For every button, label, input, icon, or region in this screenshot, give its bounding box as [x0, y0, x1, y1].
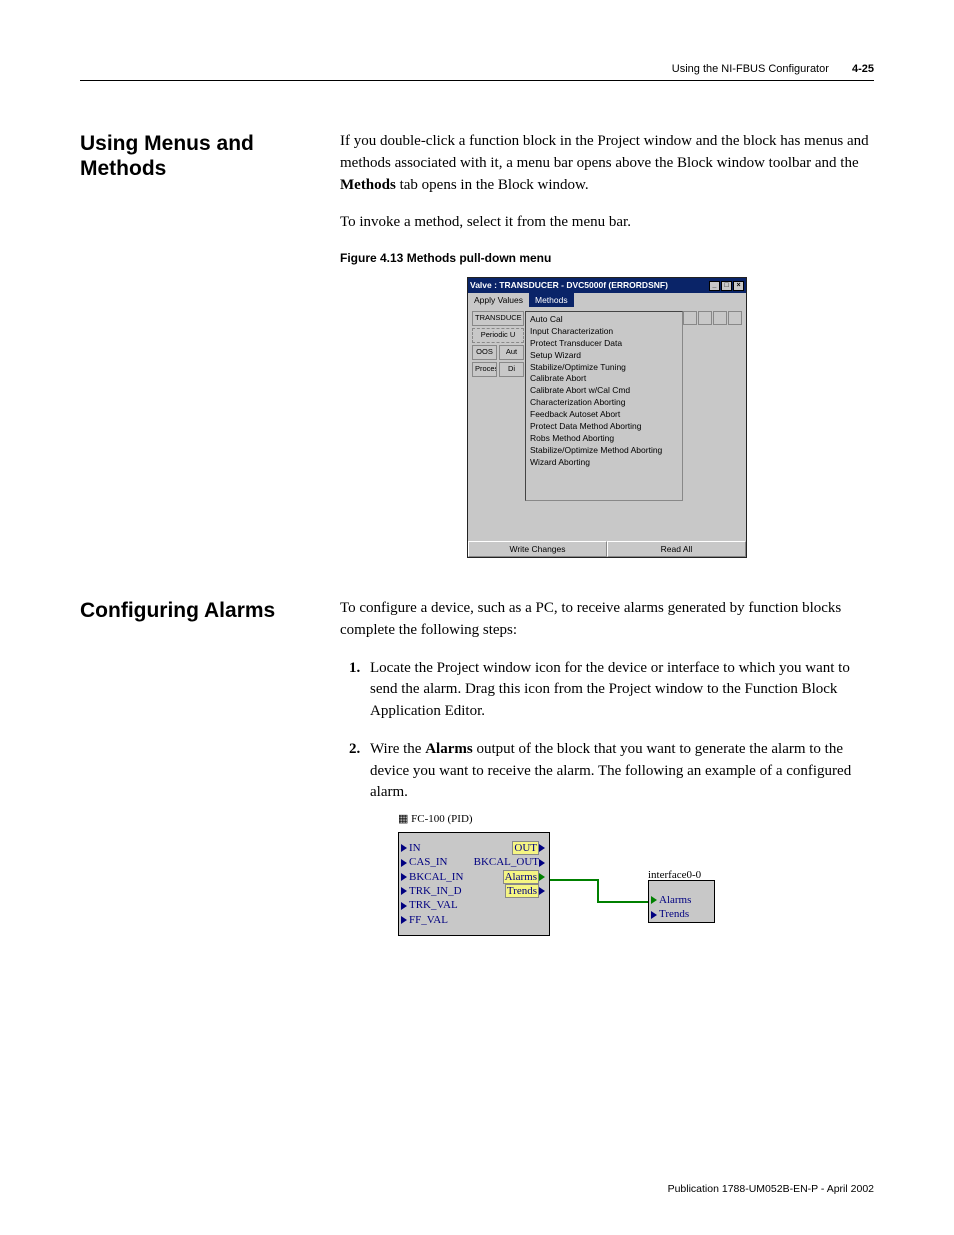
para-text: tab opens in the Block window.	[396, 177, 589, 193]
port-trk-in-d: TRK_IN_D	[409, 885, 462, 897]
method-item[interactable]: Characterization Aborting	[526, 397, 682, 409]
dialog-left-panel: TRANSDUCE Periodic U OOS Aut Process Di	[472, 311, 524, 501]
publication-footer: Publication 1788-UM052B-EN-P - April 200…	[668, 1183, 874, 1195]
step-text: Wire the	[370, 741, 425, 757]
heading-menus-methods: Using Menus and Methods	[80, 131, 340, 568]
fb-block: IN OUT CAS_IN BKCAL_OUT BKCAL_IN Alarms TRK…	[398, 832, 550, 936]
port-trends: Trends	[505, 884, 539, 898]
port-bkcal-out: BKCAL_OUT	[474, 856, 539, 868]
fb-title: ▦ FC-100 (PID)	[398, 813, 473, 825]
step-2: Wire the Alarms output of the block that…	[364, 739, 874, 962]
tab-aut[interactable]: Aut	[499, 345, 524, 360]
menu-methods[interactable]: Methods	[529, 293, 574, 307]
port-trk-val: TRK_VAL	[409, 899, 458, 911]
tab-di[interactable]: Di	[499, 362, 524, 377]
dialog-toolbar-icons	[683, 311, 742, 325]
step-1: Locate the Project window icon for the d…	[364, 658, 874, 723]
port-alarms: Alarms	[503, 870, 539, 884]
method-item[interactable]: Calibrate Abort w/Cal Cmd	[526, 385, 682, 397]
header-rule: Using the NI-FBUS Configurator 4-25	[80, 80, 874, 81]
method-item[interactable]: Calibrate Abort	[526, 373, 682, 385]
heading-configuring-alarms: Configuring Alarms	[80, 598, 340, 978]
menu-apply-values[interactable]: Apply Values	[468, 293, 529, 307]
close-icon[interactable]: ×	[733, 281, 744, 291]
if-port-trends: Trends	[659, 908, 689, 920]
methods-dialog: Valve : TRANSDUCER - DVC5000f (ERRORDSNF…	[467, 277, 747, 558]
write-changes-button[interactable]: Write Changes	[468, 541, 607, 557]
para-menus-1: If you double-click a function block in …	[340, 131, 874, 196]
read-all-button[interactable]: Read All	[607, 541, 746, 557]
dialog-titlebar: Valve : TRANSDUCER - DVC5000f (ERRORDSNF…	[468, 278, 746, 292]
method-item[interactable]: Stabilize/Optimize Method Aborting	[526, 445, 682, 457]
method-item[interactable]: Setup Wizard	[526, 350, 682, 362]
running-head: Using the NI-FBUS Configurator 4-25	[672, 63, 874, 75]
interface-block: Alarms Trends	[648, 880, 715, 923]
dialog-title: Valve : TRANSDUCER - DVC5000f (ERRORDSNF…	[470, 279, 668, 291]
toolbar-icon[interactable]	[698, 311, 712, 325]
method-item[interactable]: Protect Data Method Aborting	[526, 421, 682, 433]
methods-dropdown[interactable]: Auto Cal Input Characterization Protect …	[525, 311, 683, 501]
method-item[interactable]: Auto Cal	[526, 314, 682, 326]
method-item[interactable]: Stabilize/Optimize Tuning	[526, 362, 682, 374]
figure-caption: Figure 4.13 Methods pull-down menu	[340, 250, 874, 267]
tab-transducer[interactable]: TRANSDUCE	[472, 311, 524, 326]
para-menus-2: To invoke a method, select it from the m…	[340, 212, 874, 234]
tab-periodic[interactable]: Periodic U	[472, 328, 524, 343]
para-bold: Methods	[340, 177, 396, 193]
method-item[interactable]: Robs Method Aborting	[526, 433, 682, 445]
header-title: Using the NI-FBUS Configurator	[672, 63, 829, 75]
method-item[interactable]: Input Characterization	[526, 326, 682, 338]
port-bkcal-in: BKCAL_IN	[409, 871, 463, 883]
tab-oos[interactable]: OOS	[472, 345, 497, 360]
para-text: If you double-click a function block in …	[340, 133, 869, 171]
page-number: 4-25	[852, 63, 874, 75]
port-out: OUT	[512, 841, 539, 855]
fb-title-text: FC-100 (PID)	[411, 813, 472, 825]
port-cas-in: CAS_IN	[409, 856, 448, 868]
para-alarms-intro: To configure a device, such as a PC, to …	[340, 598, 874, 642]
port-ff-val: FF_VAL	[409, 914, 448, 926]
maximize-icon[interactable]: □	[721, 281, 732, 291]
port-in: IN	[409, 842, 421, 854]
function-block-diagram: ▦ FC-100 (PID) IN OUT CAS_IN BKCAL_OUT BKC…	[398, 812, 874, 962]
step-bold: Alarms	[425, 741, 473, 757]
if-port-alarms: Alarms	[659, 894, 691, 906]
toolbar-icon[interactable]	[728, 311, 742, 325]
dialog-menubar: Apply Values Methods	[468, 293, 746, 307]
minimize-icon[interactable]: _	[709, 281, 720, 291]
method-item[interactable]: Feedback Autoset Abort	[526, 409, 682, 421]
tab-process[interactable]: Process	[472, 362, 497, 377]
toolbar-icon[interactable]	[683, 311, 697, 325]
method-item[interactable]: Wizard Aborting	[526, 457, 682, 469]
method-item[interactable]: Protect Transducer Data	[526, 338, 682, 350]
toolbar-icon[interactable]	[713, 311, 727, 325]
